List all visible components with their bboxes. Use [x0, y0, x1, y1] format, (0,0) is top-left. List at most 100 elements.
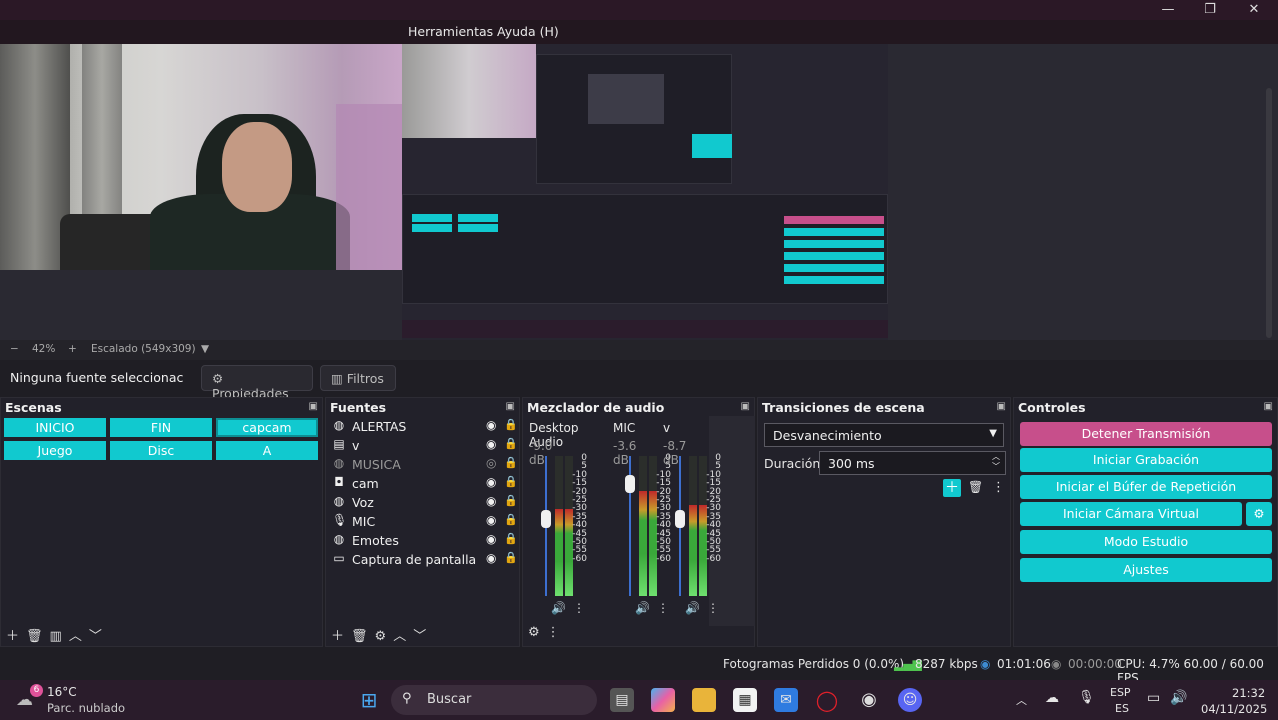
lock-icon[interactable]: 🔒: [504, 494, 518, 507]
lock-icon[interactable]: 🔒: [504, 437, 518, 450]
trash-icon[interactable]: 🗑: [351, 629, 368, 644]
source-item[interactable]: 🎙 MIC ◉ 🔒: [332, 513, 518, 532]
dock-menu-icon[interactable]: ▣: [997, 401, 1006, 412]
chevron-up-icon[interactable]: ︿: [1016, 692, 1027, 708]
filter-icon[interactable]: ▥: [50, 629, 62, 644]
clock-date[interactable]: 04/11/2025: [1201, 702, 1267, 716]
start-replay-buffer-button[interactable]: Iniciar el Búfer de Repetición: [1020, 475, 1272, 499]
source-item[interactable]: ◍ Voz ◉ 🔒: [332, 494, 518, 513]
minimize-button[interactable]: —: [1158, 2, 1178, 17]
source-item[interactable]: ◘ cam ◉ 🔒: [332, 475, 517, 494]
start-virtual-camera-button[interactable]: Iniciar Cámara Virtual: [1020, 502, 1242, 526]
taskbar-search[interactable]: ⚲ Buscar: [391, 685, 597, 715]
transition-select[interactable]: Desvanecimiento ▼: [764, 423, 1004, 447]
network-icon[interactable]: ▭: [1147, 690, 1160, 706]
dock-menu-icon[interactable]: ▣: [741, 401, 750, 412]
speaker-icon[interactable]: 🔊: [551, 601, 566, 615]
weather-widget[interactable]: ☁ 6: [16, 684, 43, 710]
source-item[interactable]: ◍ ALERTAS ◉ 🔒: [332, 418, 518, 437]
up-icon[interactable]: ︿: [393, 629, 406, 644]
settings-button[interactable]: Ajustes: [1020, 558, 1272, 582]
spinner-icon[interactable]: ︿ ﹀: [992, 452, 1000, 472]
clock-time[interactable]: 21:32: [1232, 686, 1265, 700]
volume-slider-handle[interactable]: [675, 510, 685, 528]
source-item[interactable]: ▤ v ◉ 🔒: [332, 437, 517, 456]
volume-slider-handle[interactable]: [541, 510, 551, 528]
filters-button[interactable]: ▥ Filtros: [320, 365, 396, 391]
lock-icon[interactable]: 🔒: [504, 456, 518, 469]
kebab-menu-icon[interactable]: ⋮: [707, 601, 719, 615]
eye-icon[interactable]: ◉: [486, 551, 496, 565]
copilot-icon[interactable]: [651, 688, 675, 712]
studio-mode-button[interactable]: Modo Estudio: [1020, 530, 1272, 554]
scene-juego[interactable]: Juego: [4, 441, 106, 460]
duration-input[interactable]: 300 ms ︿ ﹀: [819, 451, 1006, 475]
dock-menu-icon[interactable]: ▣: [506, 401, 515, 412]
kebab-menu-icon[interactable]: ⋮: [992, 480, 1005, 495]
trash-icon[interactable]: 🗑: [968, 480, 983, 494]
gear-icon[interactable]: ⚙: [375, 629, 387, 644]
obs-icon[interactable]: ◉: [857, 688, 881, 712]
outlook-icon[interactable]: ✉: [774, 688, 798, 712]
properties-button[interactable]: ⚙ Propiedades: [201, 365, 313, 401]
close-button[interactable]: ✕: [1244, 2, 1264, 17]
lock-icon[interactable]: 🔒: [504, 551, 518, 564]
add-icon[interactable]: ＋: [331, 629, 344, 644]
source-item[interactable]: ◍ Emotes ◉ 🔒: [332, 532, 518, 551]
scene-disc[interactable]: Disc: [110, 441, 212, 460]
add-icon[interactable]: ＋: [6, 629, 19, 644]
task-view-icon[interactable]: ▤: [610, 688, 634, 712]
scene-capcam[interactable]: capcam: [216, 418, 318, 437]
lock-icon[interactable]: 🔒: [504, 532, 518, 545]
dock-menu-icon[interactable]: ▣: [1264, 401, 1273, 412]
scene-inicio[interactable]: INICIO: [4, 418, 106, 437]
onedrive-icon[interactable]: ☁: [1045, 690, 1059, 706]
eye-icon[interactable]: ◉: [486, 513, 496, 527]
preview-canvas[interactable]: [0, 44, 1278, 351]
scene-fin[interactable]: FIN: [110, 418, 212, 437]
eye-icon[interactable]: ◉: [486, 475, 496, 489]
eye-icon[interactable]: ◉: [486, 532, 496, 546]
add-transition-button[interactable]: ＋: [943, 479, 961, 497]
stop-stream-button[interactable]: Detener Transmisión: [1020, 422, 1272, 446]
down-icon[interactable]: ﹀: [413, 629, 426, 644]
eye-icon[interactable]: ◉: [486, 418, 496, 432]
volume-icon[interactable]: 🔊: [1170, 690, 1187, 706]
eye-icon[interactable]: ◉: [486, 437, 496, 451]
kebab-menu-icon[interactable]: ⋮: [547, 625, 560, 640]
menu-tools[interactable]: Herramientas: [408, 24, 493, 39]
start-recording-button[interactable]: Iniciar Grabación: [1020, 448, 1272, 472]
up-icon[interactable]: ︿: [69, 629, 82, 644]
kebab-menu-icon[interactable]: ⋮: [657, 601, 669, 615]
scaling-dropdown-icon[interactable]: ▼: [201, 343, 209, 355]
lock-icon[interactable]: 🔒: [504, 418, 518, 431]
down-icon[interactable]: ﹀: [89, 629, 102, 644]
file-explorer-icon[interactable]: [692, 688, 716, 712]
virtual-camera-settings-button[interactable]: ⚙: [1246, 502, 1272, 526]
gear-icon[interactable]: ⚙: [528, 625, 540, 640]
windows-start-icon[interactable]: ⊞: [357, 688, 381, 712]
discord-icon[interactable]: ☺: [898, 688, 922, 712]
language-primary[interactable]: ESP: [1110, 686, 1131, 699]
source-item[interactable]: ◍ MUSICA ◎ 🔒: [332, 456, 518, 475]
lock-icon[interactable]: 🔒: [504, 475, 518, 488]
trash-icon[interactable]: 🗑: [26, 629, 43, 644]
speaker-icon[interactable]: 🔊: [635, 601, 650, 615]
kebab-menu-icon[interactable]: ⋮: [573, 601, 585, 615]
microphone-icon[interactable]: 🎙: [1078, 690, 1095, 705]
restore-button[interactable]: ❐: [1200, 2, 1220, 17]
store-icon[interactable]: ▦: [733, 688, 757, 712]
source-item[interactable]: ▭ Captura de pantalla ◉ 🔒: [332, 551, 517, 570]
menu-help[interactable]: Ayuda (H): [497, 24, 559, 39]
opera-icon[interactable]: ◯: [815, 688, 839, 712]
lock-icon[interactable]: 🔒: [504, 513, 518, 526]
speaker-icon[interactable]: 🔊: [685, 601, 700, 615]
vertical-scrollbar[interactable]: [1266, 88, 1272, 338]
eye-icon[interactable]: ◉: [486, 494, 496, 508]
dock-menu-icon[interactable]: ▣: [309, 401, 318, 412]
eye-hidden-icon[interactable]: ◎: [486, 456, 496, 470]
zoom-out-button[interactable]: −: [10, 343, 19, 355]
zoom-in-button[interactable]: +: [68, 343, 77, 355]
scene-a[interactable]: A: [216, 441, 318, 460]
volume-slider-handle[interactable]: [625, 475, 635, 493]
